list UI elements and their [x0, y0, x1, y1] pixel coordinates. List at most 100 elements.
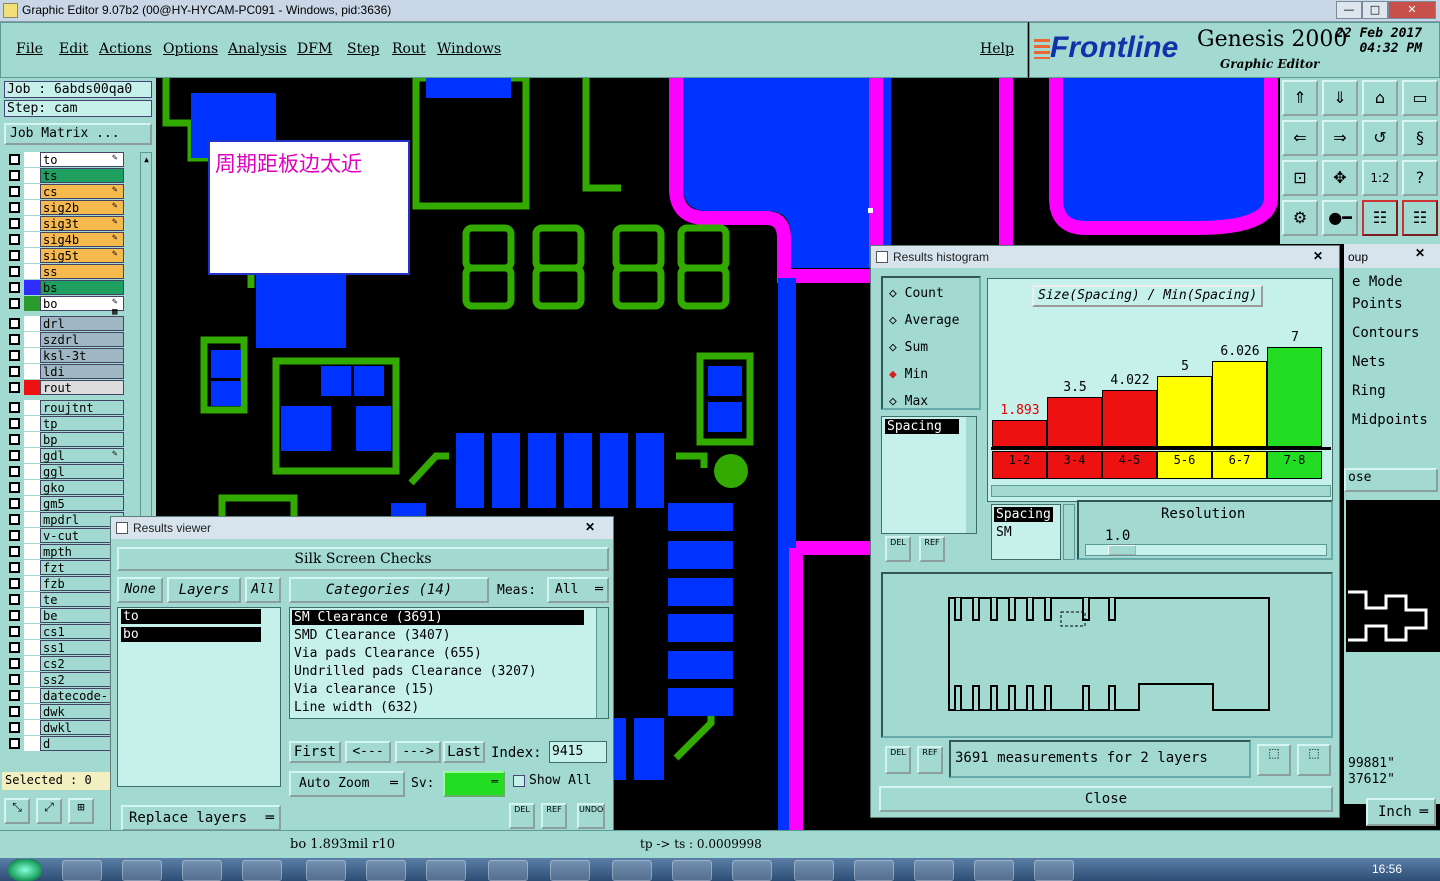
layer-color-swatch[interactable] — [24, 448, 40, 463]
layer-color-swatch[interactable] — [24, 200, 40, 215]
histogram-bar[interactable] — [1102, 390, 1157, 447]
taskbar-window-icon[interactable] — [366, 860, 406, 881]
histogram-close-button[interactable]: Close — [879, 786, 1333, 812]
layer-checkbox[interactable] — [9, 202, 20, 213]
tool-undo-zoom-icon[interactable]: ↺ — [1362, 120, 1398, 156]
measure-type-item[interactable]: Spacing — [994, 507, 1053, 522]
layer-color-swatch[interactable] — [24, 216, 40, 231]
layer-name[interactable]: ksl-3t — [40, 348, 124, 363]
layer-color-swatch[interactable] — [24, 608, 40, 623]
layer-color-swatch[interactable] — [24, 416, 40, 431]
layer-color-swatch[interactable] — [24, 332, 40, 347]
radio-min[interactable]: ◆ Min — [889, 367, 928, 382]
preview-del-button[interactable]: DEL — [885, 746, 911, 774]
layer-checkbox[interactable] — [9, 234, 20, 245]
histogram-ref-button[interactable]: REF — [919, 536, 945, 562]
measure-list[interactable]: Spacing — [881, 416, 977, 534]
zoom-result-icon[interactable]: ⬚ — [1257, 744, 1291, 776]
layer-row[interactable]: mpth — [4, 544, 124, 559]
layer-color-swatch[interactable] — [24, 496, 40, 511]
layer-row[interactable]: dwkl — [4, 720, 124, 735]
taskbar-frontline-icon[interactable] — [672, 860, 712, 881]
layer-row[interactable]: bp — [4, 432, 124, 447]
tool-measure-icon[interactable]: ⚙ — [1282, 200, 1318, 236]
taskbar-app-icon[interactable] — [550, 860, 590, 881]
taskbar-excel-icon[interactable] — [1034, 860, 1074, 881]
layer-row[interactable]: bo ✎ ▦ — [4, 296, 124, 317]
layer-color-swatch[interactable] — [24, 364, 40, 379]
layers-none-button[interactable]: None — [117, 577, 163, 603]
measure-type-scrollbar[interactable] — [1063, 504, 1075, 560]
layer-color-swatch[interactable] — [24, 152, 40, 167]
next-button[interactable]: ---> — [395, 741, 441, 763]
layer-row[interactable]: cs2 — [4, 656, 124, 671]
menu-item-midpoints[interactable]: Midpoints — [1352, 412, 1428, 428]
layer-color-swatch[interactable] — [24, 296, 40, 311]
layer-checkbox[interactable] — [9, 658, 20, 669]
category-item[interactable]: Undrilled pads Clearance (3207) — [294, 664, 537, 679]
chart-hscrollbar[interactable] — [991, 485, 1331, 497]
layer-name[interactable]: szdrl — [40, 332, 124, 347]
layer-row[interactable]: ldi — [4, 364, 124, 379]
layer-row[interactable]: sig5t ✎ — [4, 248, 124, 263]
tool-probe-icon[interactable]: ●━ — [1322, 200, 1358, 236]
taskbar-app-icon[interactable] — [122, 860, 162, 881]
category-item[interactable]: SMD Clearance (3407) — [294, 628, 451, 643]
layer-checkbox[interactable] — [9, 738, 20, 749]
tool-home-icon[interactable]: ⌂ — [1362, 80, 1398, 116]
layer-row[interactable]: to ✎ — [4, 152, 124, 167]
tool-net-icon[interactable]: ☷ — [1402, 200, 1438, 236]
category-item-selected[interactable]: SM Clearance (3691) — [292, 610, 584, 625]
layer-color-swatch[interactable] — [24, 184, 40, 199]
layer-row[interactable]: tp — [4, 416, 124, 431]
layer-color-swatch[interactable] — [24, 348, 40, 363]
layer-name[interactable]: drl — [40, 316, 124, 331]
layer-checkbox[interactable] — [9, 218, 20, 229]
minimize-button[interactable]: — — [1336, 1, 1362, 19]
layer-name[interactable]: ss — [40, 264, 124, 279]
layer-name[interactable]: ts — [40, 168, 124, 183]
histogram-bar[interactable] — [1157, 376, 1212, 447]
maximize-button[interactable]: □ — [1362, 1, 1388, 19]
results-layer-list[interactable]: to bo — [117, 607, 281, 787]
layer-checkbox[interactable] — [9, 366, 20, 377]
layer-row[interactable]: sig2b ✎ — [4, 200, 124, 215]
menu-step[interactable]: Step — [347, 41, 379, 57]
layer-checkbox[interactable] — [9, 170, 20, 181]
layer-color-swatch[interactable] — [24, 400, 40, 415]
preview-ref-button[interactable]: REF — [917, 746, 943, 774]
histogram-bar[interactable] — [992, 420, 1047, 447]
layer-row[interactable]: cs1 — [4, 624, 124, 639]
layer-checkbox[interactable] — [9, 482, 20, 493]
layer-row[interactable]: ss2 — [4, 672, 124, 687]
layer-checkbox[interactable] — [9, 706, 20, 717]
ref-button[interactable]: REF — [541, 803, 567, 829]
layer-checkbox[interactable] — [9, 350, 20, 361]
layer-color-swatch[interactable] — [24, 688, 40, 703]
layer-color-swatch[interactable] — [24, 432, 40, 447]
menu-options[interactable]: Options — [163, 41, 218, 57]
layer-color-swatch[interactable] — [24, 592, 40, 607]
layer-row[interactable]: gko — [4, 480, 124, 495]
radio-max[interactable]: ◇ Max — [889, 394, 928, 409]
layer-checkbox[interactable] — [9, 266, 20, 277]
layer-row[interactable]: rout — [4, 380, 124, 395]
show-all-checkbox[interactable] — [513, 775, 525, 787]
layer-color-swatch[interactable] — [24, 624, 40, 639]
zoom-edit-icon[interactable]: ⤢ — [36, 798, 62, 824]
layer-checkbox[interactable] — [9, 250, 20, 261]
menu-item-ring[interactable]: Ring — [1352, 383, 1386, 399]
layer-row[interactable]: ss1 — [4, 640, 124, 655]
taskbar-frontline-icon[interactable] — [732, 860, 772, 881]
last-button[interactable]: Last — [443, 741, 485, 763]
zoom-box-icon[interactable]: ⤡ — [4, 798, 30, 824]
resolution-slider-thumb[interactable] — [1108, 545, 1136, 555]
taskbar-excel-icon[interactable] — [854, 860, 894, 881]
first-button[interactable]: First — [289, 741, 341, 763]
layer-color-swatch[interactable] — [24, 576, 40, 591]
menu-item-points[interactable]: Points — [1352, 296, 1403, 312]
layer-row[interactable]: cs ✎ — [4, 184, 124, 199]
layer-checkbox[interactable] — [9, 626, 20, 637]
tool-right-icon[interactable]: ⇒ — [1322, 120, 1358, 156]
layer-name[interactable]: gko — [40, 480, 124, 495]
